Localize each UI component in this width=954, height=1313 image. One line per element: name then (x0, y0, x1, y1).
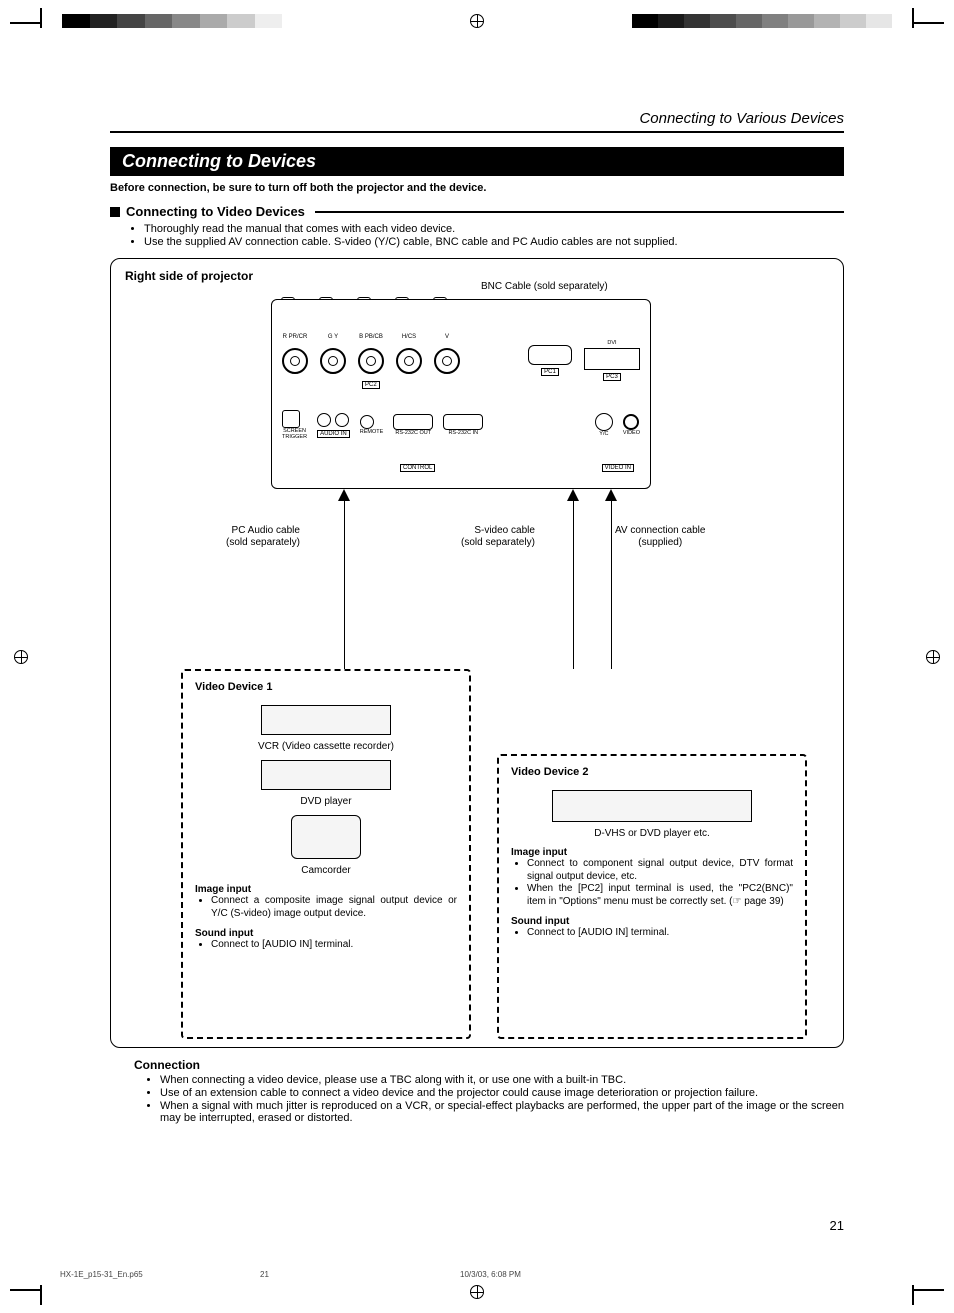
bnc-port-icon (434, 348, 460, 374)
bullet-item: Connect a composite image signal output … (211, 895, 457, 920)
image-input-heading: Image input (511, 847, 793, 858)
registration-mark (470, 14, 484, 28)
device-caption: Camcorder (195, 865, 457, 876)
sound-input-heading: Sound input (511, 916, 793, 927)
port-label: V (445, 334, 449, 340)
port-label: VIDEO IN (602, 464, 634, 472)
bnc-port-icon (282, 348, 308, 374)
dvhs-illustration (552, 790, 752, 822)
panel-bottom-row: SCREEN TRIGGER AUDIO IN REMOTE RS-232C O… (282, 410, 640, 440)
square-bullet-icon (110, 207, 120, 217)
image-input-heading: Image input (195, 884, 457, 895)
page-number: 21 (830, 1218, 844, 1233)
minijack-port-icon (360, 415, 374, 429)
intro-text: Before connection, be sure to turn off b… (110, 182, 844, 194)
bnc-cable-label: BNC Cable (sold separately) (481, 281, 608, 293)
port-label: SCREEN TRIGGER (282, 428, 307, 440)
trigger-port-icon (282, 410, 300, 428)
port-label: PC3 (603, 373, 621, 381)
bullet-item: Connect to [AUDIO IN] terminal. (211, 939, 457, 952)
device-box-title: Video Device 1 (195, 681, 457, 693)
serial-port-icon (393, 414, 433, 430)
connector-line (344, 501, 345, 669)
serial-port-icon (443, 414, 483, 430)
bnc-port-icon (320, 348, 346, 374)
rca-port-icon (623, 414, 639, 430)
minijack-port-icon (317, 413, 331, 427)
port-label: AUDIO IN (317, 430, 350, 438)
diagram-title: Right side of projector (125, 269, 829, 283)
camcorder-illustration (291, 815, 361, 859)
dvi-port-icon (584, 348, 640, 370)
port-label: Y/C (595, 431, 613, 437)
subheading-text: Connecting to Video Devices (126, 204, 305, 219)
bullet-item: Thoroughly read the manual that comes wi… (144, 223, 844, 235)
svideo-port-icon (595, 413, 613, 431)
pc-audio-cable-label: PC Audio cable (sold separately) (226, 525, 300, 549)
arrow-up-icon (338, 489, 350, 501)
registration-mark (14, 650, 28, 664)
port-label: DVI (584, 340, 640, 346)
subheading-rule (315, 211, 844, 213)
panel-top-row: R PR/CR G Y B PB/CB H/CS V PC1 DVI PC3 (282, 340, 640, 381)
subhead-bullets: Thoroughly read the manual that comes wi… (110, 223, 844, 248)
video-device-2-box: Video Device 2 D-VHS or DVD player etc. … (497, 754, 807, 1039)
page-content: Connecting to Various Devices Connecting… (110, 110, 844, 1233)
bullet-item: When a signal with much jitter is reprod… (160, 1100, 844, 1124)
bullet-item: When the [PC2] input terminal is used, t… (527, 883, 793, 908)
device-caption: VCR (Video cassette recorder) (195, 741, 457, 752)
bullet-item: Connect to [AUDIO IN] terminal. (527, 927, 793, 940)
bnc-port-icon (396, 348, 422, 374)
arrow-up-icon (605, 489, 617, 501)
vcr-illustration (261, 705, 391, 735)
crop-marks-bottom (0, 1273, 954, 1313)
device-caption: DVD player (195, 796, 457, 807)
video-device-1-box: Video Device 1 VCR (Video cassette recor… (181, 669, 471, 1039)
port-label: R PR/CR (283, 334, 308, 340)
port-label: CONTROL (400, 464, 435, 472)
connection-heading: Connection (134, 1058, 844, 1072)
bnc-port-icon (358, 348, 384, 374)
port-label: PC2 (362, 381, 380, 389)
port-label: G Y (328, 334, 338, 340)
bullet-item: Connect to component signal output devic… (527, 858, 793, 883)
connector-line (611, 501, 612, 669)
port-label: VIDEO (623, 430, 640, 436)
subheading: Connecting to Video Devices (110, 204, 844, 219)
connection-bullets: When connecting a video device, please u… (110, 1074, 844, 1124)
bullet-item: Use the supplied AV connection cable. S-… (144, 236, 844, 248)
minijack-port-icon (335, 413, 349, 427)
dvd-illustration (261, 760, 391, 790)
sound-input-heading: Sound input (195, 928, 457, 939)
port-label: B PB/CB (359, 334, 383, 340)
device-caption: D-VHS or DVD player etc. (511, 828, 793, 839)
port-label: REMOTE (360, 429, 384, 435)
port-label: H/CS (402, 334, 416, 340)
registration-mark (926, 650, 940, 664)
bullet-item: Use of an extension cable to connect a v… (160, 1087, 844, 1099)
port-label: PC1 (541, 368, 559, 376)
arrow-up-icon (567, 489, 579, 501)
section-title-bar: Connecting to Devices (110, 147, 844, 176)
bullet-item: When connecting a video device, please u… (160, 1074, 844, 1086)
device-box-title: Video Device 2 (511, 766, 793, 778)
connection-diagram: Right side of projector BNC Cable (sold … (110, 258, 844, 1048)
connector-line (573, 501, 574, 669)
port-label: RS-232C OUT (393, 430, 433, 436)
svideo-cable-label: S-video cable (sold separately) (461, 525, 535, 549)
running-header: Connecting to Various Devices (110, 110, 844, 133)
port-label: RS-232C IN (443, 430, 483, 436)
projector-rear-panel: R PR/CR G Y B PB/CB H/CS V PC1 DVI PC3 P… (271, 299, 651, 489)
vga-port-icon (528, 345, 572, 365)
av-cable-label: AV connection cable (supplied) (615, 525, 705, 549)
